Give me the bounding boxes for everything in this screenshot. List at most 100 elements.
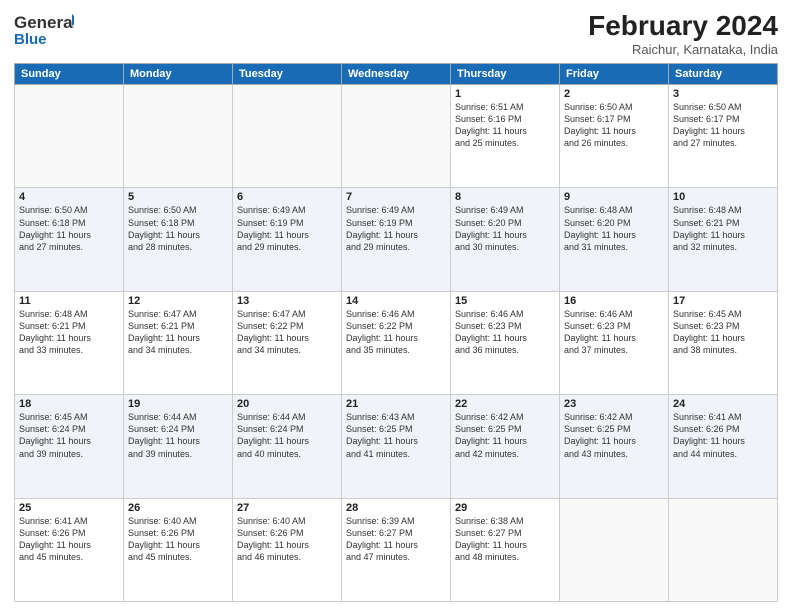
day-info: Sunrise: 6:51 AMSunset: 6:16 PMDaylight:… [455,101,555,150]
header: General Blue February 2024 Raichur, Karn… [14,10,778,57]
calendar-cell: 26Sunrise: 6:40 AMSunset: 6:26 PMDayligh… [124,498,233,601]
svg-text:General: General [14,13,74,32]
day-number: 24 [673,398,773,410]
day-number: 2 [564,88,664,100]
calendar-cell [233,85,342,188]
calendar-cell [342,85,451,188]
calendar-cell [560,498,669,601]
day-info: Sunrise: 6:40 AMSunset: 6:26 PMDaylight:… [128,515,228,564]
calendar-cell [669,498,778,601]
day-number: 4 [19,191,119,203]
day-info: Sunrise: 6:49 AMSunset: 6:19 PMDaylight:… [346,204,446,253]
calendar-week-row: 4Sunrise: 6:50 AMSunset: 6:18 PMDaylight… [15,188,778,291]
day-info: Sunrise: 6:41 AMSunset: 6:26 PMDaylight:… [19,515,119,564]
calendar-cell [124,85,233,188]
svg-text:Blue: Blue [14,31,47,48]
day-number: 6 [237,191,337,203]
title-block: February 2024 Raichur, Karnataka, India [588,10,778,57]
calendar-cell: 29Sunrise: 6:38 AMSunset: 6:27 PMDayligh… [451,498,560,601]
day-number: 27 [237,502,337,514]
day-number: 15 [455,295,555,307]
day-info: Sunrise: 6:46 AMSunset: 6:23 PMDaylight:… [455,308,555,357]
day-number: 22 [455,398,555,410]
day-info: Sunrise: 6:42 AMSunset: 6:25 PMDaylight:… [455,411,555,460]
month-year-title: February 2024 [588,10,778,42]
day-number: 3 [673,88,773,100]
day-info: Sunrise: 6:47 AMSunset: 6:21 PMDaylight:… [128,308,228,357]
day-info: Sunrise: 6:43 AMSunset: 6:25 PMDaylight:… [346,411,446,460]
calendar-cell: 19Sunrise: 6:44 AMSunset: 6:24 PMDayligh… [124,395,233,498]
day-number: 23 [564,398,664,410]
day-info: Sunrise: 6:38 AMSunset: 6:27 PMDaylight:… [455,515,555,564]
day-number: 21 [346,398,446,410]
calendar-cell: 18Sunrise: 6:45 AMSunset: 6:24 PMDayligh… [15,395,124,498]
day-number: 13 [237,295,337,307]
day-info: Sunrise: 6:49 AMSunset: 6:19 PMDaylight:… [237,204,337,253]
day-info: Sunrise: 6:46 AMSunset: 6:22 PMDaylight:… [346,308,446,357]
calendar-cell: 1Sunrise: 6:51 AMSunset: 6:16 PMDaylight… [451,85,560,188]
col-header-saturday: Saturday [669,64,778,85]
day-info: Sunrise: 6:50 AMSunset: 6:17 PMDaylight:… [673,101,773,150]
calendar-cell: 6Sunrise: 6:49 AMSunset: 6:19 PMDaylight… [233,188,342,291]
col-header-wednesday: Wednesday [342,64,451,85]
calendar-cell: 17Sunrise: 6:45 AMSunset: 6:23 PMDayligh… [669,291,778,394]
day-info: Sunrise: 6:40 AMSunset: 6:26 PMDaylight:… [237,515,337,564]
calendar-week-row: 25Sunrise: 6:41 AMSunset: 6:26 PMDayligh… [15,498,778,601]
calendar-week-row: 11Sunrise: 6:48 AMSunset: 6:21 PMDayligh… [15,291,778,394]
location-subtitle: Raichur, Karnataka, India [588,42,778,57]
calendar-cell: 11Sunrise: 6:48 AMSunset: 6:21 PMDayligh… [15,291,124,394]
day-number: 10 [673,191,773,203]
calendar-header-row: SundayMondayTuesdayWednesdayThursdayFrid… [15,64,778,85]
day-info: Sunrise: 6:48 AMSunset: 6:21 PMDaylight:… [673,204,773,253]
calendar-cell: 27Sunrise: 6:40 AMSunset: 6:26 PMDayligh… [233,498,342,601]
col-header-sunday: Sunday [15,64,124,85]
day-info: Sunrise: 6:50 AMSunset: 6:18 PMDaylight:… [128,204,228,253]
calendar-week-row: 18Sunrise: 6:45 AMSunset: 6:24 PMDayligh… [15,395,778,498]
day-info: Sunrise: 6:50 AMSunset: 6:18 PMDaylight:… [19,204,119,253]
calendar-cell: 8Sunrise: 6:49 AMSunset: 6:20 PMDaylight… [451,188,560,291]
day-info: Sunrise: 6:50 AMSunset: 6:17 PMDaylight:… [564,101,664,150]
calendar-cell: 3Sunrise: 6:50 AMSunset: 6:17 PMDaylight… [669,85,778,188]
day-number: 17 [673,295,773,307]
col-header-thursday: Thursday [451,64,560,85]
day-number: 14 [346,295,446,307]
day-number: 19 [128,398,228,410]
day-info: Sunrise: 6:48 AMSunset: 6:20 PMDaylight:… [564,204,664,253]
calendar-cell: 25Sunrise: 6:41 AMSunset: 6:26 PMDayligh… [15,498,124,601]
col-header-monday: Monday [124,64,233,85]
day-info: Sunrise: 6:48 AMSunset: 6:21 PMDaylight:… [19,308,119,357]
day-info: Sunrise: 6:46 AMSunset: 6:23 PMDaylight:… [564,308,664,357]
calendar-cell: 5Sunrise: 6:50 AMSunset: 6:18 PMDaylight… [124,188,233,291]
day-number: 11 [19,295,119,307]
day-info: Sunrise: 6:42 AMSunset: 6:25 PMDaylight:… [564,411,664,460]
day-number: 16 [564,295,664,307]
col-header-tuesday: Tuesday [233,64,342,85]
col-header-friday: Friday [560,64,669,85]
day-number: 18 [19,398,119,410]
day-number: 20 [237,398,337,410]
logo-svg: General Blue [14,10,74,50]
day-info: Sunrise: 6:41 AMSunset: 6:26 PMDaylight:… [673,411,773,460]
calendar-cell: 4Sunrise: 6:50 AMSunset: 6:18 PMDaylight… [15,188,124,291]
day-number: 28 [346,502,446,514]
day-info: Sunrise: 6:49 AMSunset: 6:20 PMDaylight:… [455,204,555,253]
day-number: 25 [19,502,119,514]
calendar-week-row: 1Sunrise: 6:51 AMSunset: 6:16 PMDaylight… [15,85,778,188]
day-info: Sunrise: 6:44 AMSunset: 6:24 PMDaylight:… [128,411,228,460]
day-info: Sunrise: 6:45 AMSunset: 6:23 PMDaylight:… [673,308,773,357]
calendar-cell: 13Sunrise: 6:47 AMSunset: 6:22 PMDayligh… [233,291,342,394]
logo: General Blue [14,10,74,50]
day-number: 5 [128,191,228,203]
page: General Blue February 2024 Raichur, Karn… [0,0,792,612]
calendar-cell: 10Sunrise: 6:48 AMSunset: 6:21 PMDayligh… [669,188,778,291]
calendar-cell: 21Sunrise: 6:43 AMSunset: 6:25 PMDayligh… [342,395,451,498]
calendar-cell: 16Sunrise: 6:46 AMSunset: 6:23 PMDayligh… [560,291,669,394]
calendar-cell: 2Sunrise: 6:50 AMSunset: 6:17 PMDaylight… [560,85,669,188]
calendar-cell: 15Sunrise: 6:46 AMSunset: 6:23 PMDayligh… [451,291,560,394]
calendar-cell: 28Sunrise: 6:39 AMSunset: 6:27 PMDayligh… [342,498,451,601]
calendar-table: SundayMondayTuesdayWednesdayThursdayFrid… [14,63,778,602]
day-info: Sunrise: 6:45 AMSunset: 6:24 PMDaylight:… [19,411,119,460]
calendar-cell: 22Sunrise: 6:42 AMSunset: 6:25 PMDayligh… [451,395,560,498]
day-number: 1 [455,88,555,100]
day-number: 7 [346,191,446,203]
